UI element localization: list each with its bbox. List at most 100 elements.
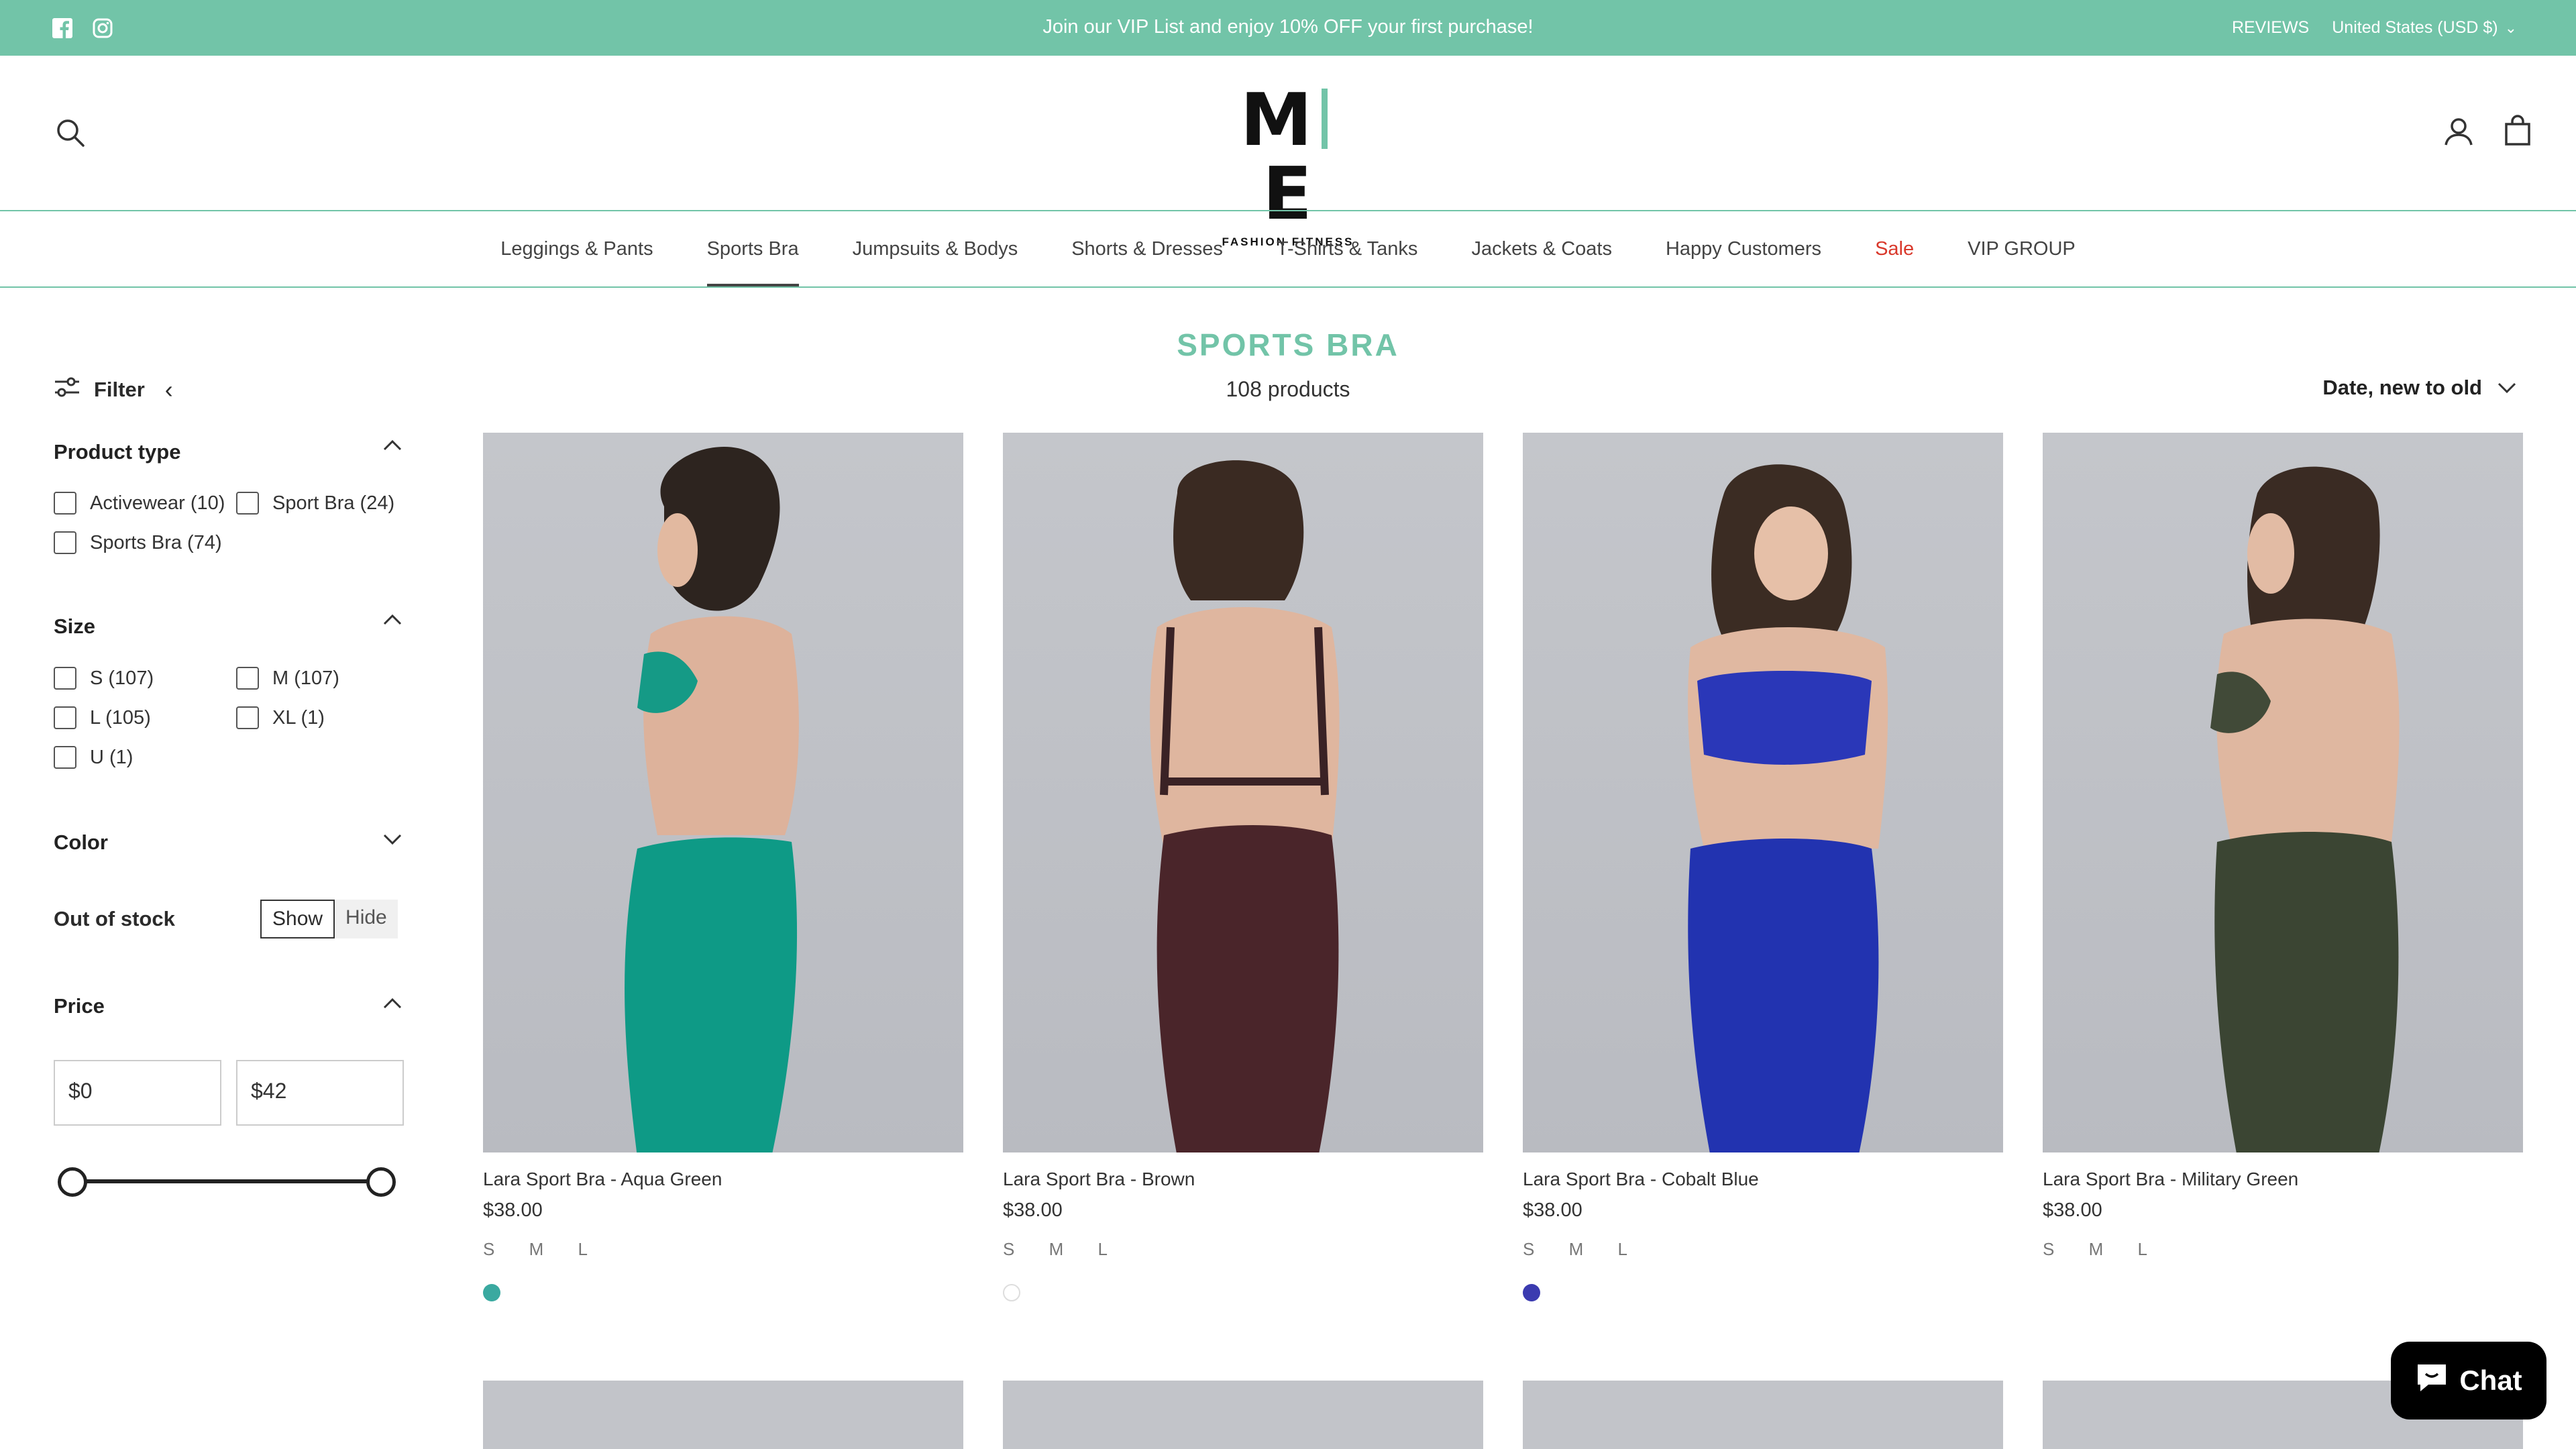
filter-label: Filter <box>94 378 145 401</box>
checkbox[interactable] <box>236 706 259 729</box>
checkbox[interactable] <box>54 531 76 554</box>
main-nav: Leggings & Pants Sports Bra Jumpsuits & … <box>0 210 2576 288</box>
product-card[interactable]: Lara Sport Bra - Aqua Green $38.00 S M L <box>483 433 963 1301</box>
chevron-down-icon[interactable] <box>382 828 402 851</box>
face <box>657 513 698 587</box>
chevron-down-icon <box>2497 376 2517 400</box>
filter-price-title[interactable]: Price <box>54 994 105 1018</box>
product-sizes: S M L <box>2043 1239 2162 1259</box>
product-count: 108 products <box>1226 377 1350 401</box>
nav-item-sports-bra[interactable]: Sports Bra <box>706 211 799 286</box>
filter-option-size-u[interactable]: U (1) <box>54 746 133 769</box>
price-slider-min-handle[interactable] <box>58 1167 87 1197</box>
chevron-up-icon[interactable] <box>382 609 402 632</box>
price-min-value: 0 <box>80 1079 93 1103</box>
checkbox[interactable] <box>54 706 76 729</box>
chevron-up-icon[interactable] <box>382 993 402 1016</box>
chat-label: Chat <box>2459 1364 2522 1396</box>
nav-item-tshirts-tanks[interactable]: T-Shirts & Tanks <box>1277 211 1418 286</box>
chat-button[interactable]: Chat <box>2391 1342 2546 1419</box>
filter-size-title[interactable]: Size <box>54 614 95 639</box>
product-image[interactable] <box>2043 433 2523 1152</box>
option-label: L (105) <box>90 706 151 729</box>
nav-item-jackets-coats[interactable]: Jackets & Coats <box>1471 211 1612 286</box>
hide-button[interactable]: Hide <box>335 900 398 938</box>
checkbox[interactable] <box>236 492 259 515</box>
product-card[interactable]: Lara Sport Bra - Brown $38.00 S M L <box>1003 433 1483 1301</box>
filter-option-size-s[interactable]: S (107) <box>54 667 154 690</box>
sort-label: Date, new to old <box>2322 376 2482 399</box>
filter-option-size-l[interactable]: L (105) <box>54 706 151 729</box>
product-card-image-partial[interactable] <box>483 1381 963 1449</box>
price-max-input[interactable]: $42 <box>236 1060 404 1126</box>
face <box>1754 506 1828 600</box>
legging <box>1688 839 1879 1152</box>
currency-symbol: $ <box>251 1079 263 1103</box>
sort-dropdown[interactable]: Date, new to old <box>2322 376 2517 400</box>
option-label: S (107) <box>90 667 154 689</box>
country-selector[interactable]: United States (USD $) ⌄ <box>2332 18 2517 38</box>
checkbox[interactable] <box>54 746 76 769</box>
filter-option-size-m[interactable]: M (107) <box>236 667 339 690</box>
filter-option-sports-bra[interactable]: Sports Bra (74) <box>54 531 222 554</box>
price-min-input[interactable]: $0 <box>54 1060 221 1126</box>
checkbox[interactable] <box>236 667 259 690</box>
product-image[interactable] <box>1523 433 2003 1152</box>
bra <box>1697 671 1872 765</box>
checkbox[interactable] <box>54 667 76 690</box>
product-card[interactable]: Lara Sport Bra - Cobalt Blue $38.00 S M … <box>1523 433 2003 1301</box>
product-name[interactable]: Lara Sport Bra - Cobalt Blue <box>1523 1169 2003 1190</box>
announcement-message[interactable]: Join our VIP List and enjoy 10% OFF your… <box>0 16 2576 38</box>
cart-icon[interactable] <box>2501 113 2534 147</box>
nav-item-jumpsuits-bodys[interactable]: Jumpsuits & Bodys <box>853 211 1018 286</box>
out-of-stock-toggle: Show Hide <box>260 900 398 938</box>
option-label: Sport Bra (24) <box>272 492 395 514</box>
account-icon[interactable] <box>2442 115 2475 148</box>
search-icon[interactable] <box>54 116 87 150</box>
product-image[interactable] <box>483 433 963 1152</box>
product-image[interactable] <box>1003 433 1483 1152</box>
torso <box>2216 619 2400 842</box>
filter-option-activewear[interactable]: Activewear (10) <box>54 492 225 515</box>
chevron-left-icon[interactable]: ‹ <box>165 376 173 404</box>
product-sizes: S M L <box>1003 1239 1122 1259</box>
option-label: XL (1) <box>272 706 325 729</box>
product-name[interactable]: Lara Sport Bra - Military Green <box>2043 1169 2523 1190</box>
nav-item-shorts-dresses[interactable]: Shorts & Dresses <box>1071 211 1223 286</box>
hair <box>1173 460 1304 600</box>
filter-color-title[interactable]: Color <box>54 830 108 855</box>
price-slider-track[interactable] <box>72 1179 382 1183</box>
product-card-image-partial[interactable] <box>1523 1381 2003 1449</box>
product-name[interactable]: Lara Sport Bra - Brown <box>1003 1169 1483 1190</box>
site-header: ME FASHION FITNESS <box>0 56 2576 249</box>
announcement-right: REVIEWS United States (USD $) ⌄ <box>2232 18 2517 38</box>
nav-item-vip-group[interactable]: VIP GROUP <box>1968 211 2076 286</box>
option-label: Activewear (10) <box>90 492 225 514</box>
nav-item-happy-customers[interactable]: Happy Customers <box>1666 211 1821 286</box>
filter-option-sport-bra[interactable]: Sport Bra (24) <box>236 492 394 515</box>
color-swatch[interactable] <box>1523 1284 1540 1301</box>
product-price: $38.00 <box>1523 1199 1582 1221</box>
torso <box>1150 607 1340 849</box>
logo-divider <box>1322 89 1328 149</box>
product-name[interactable]: Lara Sport Bra - Aqua Green <box>483 1169 963 1190</box>
product-price: $38.00 <box>2043 1199 2102 1221</box>
color-swatch[interactable] <box>483 1284 500 1301</box>
nav-item-sale[interactable]: Sale <box>1875 211 1914 286</box>
product-card-image-partial[interactable] <box>1003 1381 1483 1449</box>
legging <box>1157 825 1339 1152</box>
price-slider-max-handle[interactable] <box>366 1167 396 1197</box>
reviews-link[interactable]: REVIEWS <box>2232 18 2309 38</box>
filter-toggle[interactable]: Filter ‹ <box>54 376 173 404</box>
face <box>2247 513 2294 594</box>
filter-option-size-xl[interactable]: XL (1) <box>236 706 325 729</box>
color-swatch[interactable] <box>1003 1284 1020 1301</box>
site-logo[interactable]: ME FASHION FITNESS <box>1221 84 1355 249</box>
nav-item-leggings-pants[interactable]: Leggings & Pants <box>500 211 653 286</box>
show-button[interactable]: Show <box>260 900 335 938</box>
filter-sliders-icon <box>54 376 80 403</box>
product-card[interactable]: Lara Sport Bra - Military Green $38.00 S… <box>2043 433 2523 1260</box>
checkbox[interactable] <box>54 492 76 515</box>
chevron-up-icon[interactable] <box>382 435 402 458</box>
filter-product-type-title[interactable]: Product type <box>54 440 180 464</box>
